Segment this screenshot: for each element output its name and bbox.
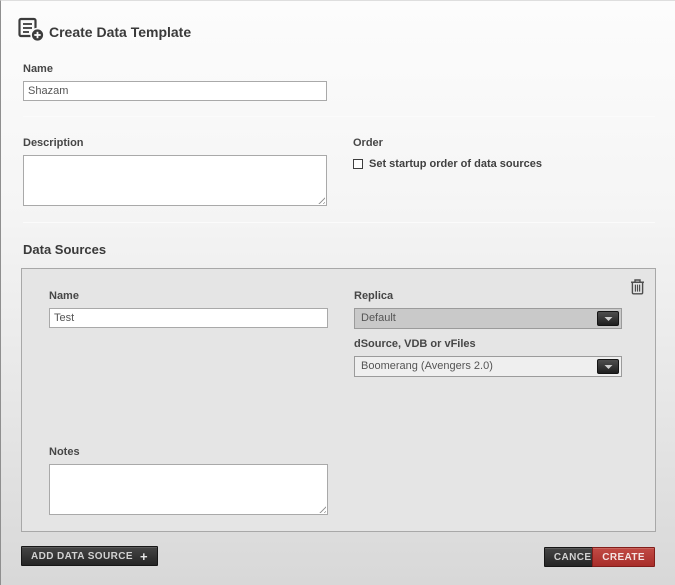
startup-order-checkbox-label[interactable]: Set startup order of data sources <box>369 158 542 170</box>
create-template-icon <box>18 17 46 43</box>
name-label: Name <box>23 63 53 75</box>
order-label: Order <box>353 137 383 149</box>
section-divider <box>23 222 655 223</box>
name-input[interactable] <box>23 81 327 101</box>
notes-textarea-wrap <box>49 464 328 515</box>
data-source-card: Name Replica Default dSource, VDB or vFi… <box>21 268 656 532</box>
page-title: Create Data Template <box>49 24 191 40</box>
description-label: Description <box>23 137 84 149</box>
dsource-select[interactable]: Boomerang (Avengers 2.0) <box>354 356 622 377</box>
trash-icon[interactable] <box>630 278 645 295</box>
section-divider <box>23 116 655 117</box>
startup-order-checkbox[interactable] <box>353 159 363 169</box>
replica-label: Replica <box>354 290 393 302</box>
add-data-source-button[interactable]: ADD DATA SOURCE + <box>21 546 158 566</box>
dsource-selected-value: Boomerang (Avengers 2.0) <box>361 360 493 372</box>
ds-name-label: Name <box>49 290 79 302</box>
plus-icon: + <box>140 550 148 563</box>
create-button[interactable]: CREATE <box>592 547 655 567</box>
description-textarea[interactable] <box>23 155 327 206</box>
data-sources-heading: Data Sources <box>23 242 106 257</box>
chevron-down-icon[interactable] <box>597 311 619 326</box>
add-data-source-label: ADD DATA SOURCE <box>31 551 133 562</box>
replica-selected-value: Default <box>361 312 396 324</box>
dsource-label: dSource, VDB or vFiles <box>354 338 476 350</box>
startup-order-row: Set startup order of data sources <box>353 158 542 170</box>
notes-textarea[interactable] <box>49 464 328 515</box>
ds-name-input[interactable] <box>49 308 328 328</box>
notes-label: Notes <box>49 446 80 458</box>
create-data-template-dialog: Create Data Template Name Description Or… <box>0 0 675 585</box>
description-textarea-wrap <box>23 155 327 206</box>
create-button-label: CREATE <box>602 552 645 563</box>
replica-select[interactable]: Default <box>354 308 622 329</box>
chevron-down-icon[interactable] <box>597 359 619 374</box>
